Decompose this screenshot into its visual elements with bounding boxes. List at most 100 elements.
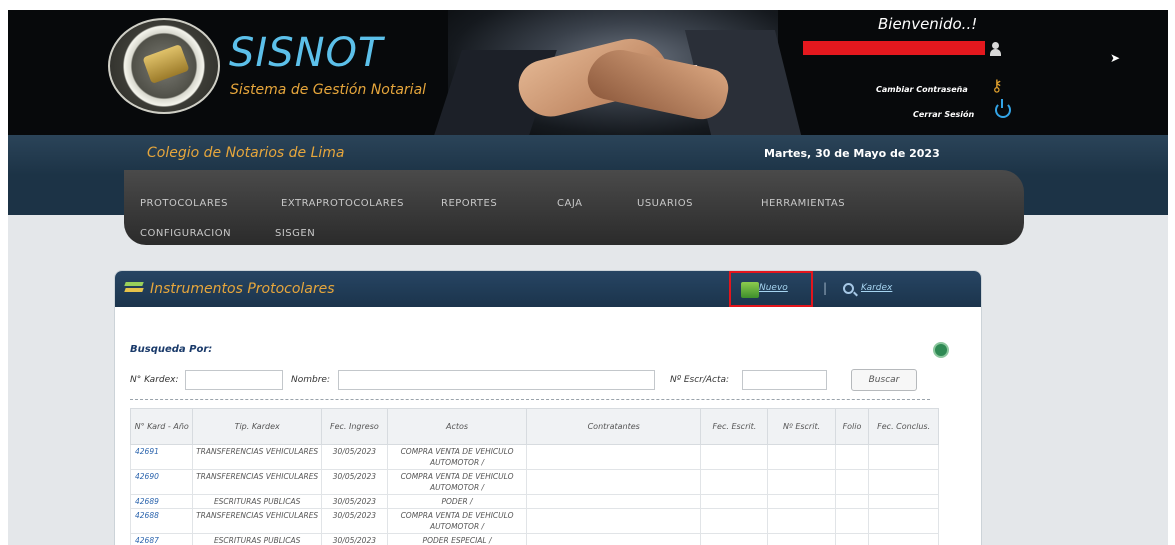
logout-link[interactable]: Cerrar Sesión [913, 110, 974, 119]
name-input[interactable] [338, 370, 655, 390]
cell-folio [834, 444, 870, 470]
cell-fecha-escritura [700, 533, 769, 545]
header-banner: SISNOT Sistema de Gestión Notarial Bienv… [8, 10, 1168, 135]
kardex-input[interactable] [185, 370, 283, 390]
power-icon[interactable] [995, 99, 1011, 118]
cell-folio [834, 469, 870, 495]
user-name-redacted [803, 41, 985, 55]
cell-numero-escritura [767, 469, 836, 495]
change-password-link[interactable]: Cambiar Contraseña [876, 85, 968, 94]
cell-fecha-ingreso: 30/05/2023 [320, 444, 388, 470]
kardex-link[interactable]: Kardex [861, 283, 892, 293]
nav-extraprotocolares[interactable]: EXTRAPROTOCOLARES [281, 198, 404, 209]
cell-fecha-conclusion [868, 508, 939, 534]
panel-title: Instrumentos Protocolares [150, 281, 335, 297]
divider [130, 399, 930, 400]
table-header-row: N° Kard - Año Tip. Kardex Fec. Ingreso A… [129, 408, 939, 445]
cell-actos: COMPRA VENTA DE VEHICULO AUTOMOTOR / [386, 469, 528, 495]
cell-tipo: ESCRITURAS PUBLICAS [192, 494, 322, 509]
cell-contratantes [526, 533, 702, 545]
layers-icon [124, 280, 144, 296]
search-heading: Busqueda Por: [130, 344, 213, 355]
print-icon[interactable] [933, 342, 949, 358]
cell-contratantes [526, 508, 702, 534]
cell-folio [834, 533, 870, 545]
seal-logo [108, 18, 220, 114]
col-header-actos: Actos [386, 408, 528, 445]
cell-tipo: TRANSFERENCIAS VEHICULARES [192, 508, 322, 534]
cell-numero-escritura [767, 494, 836, 509]
cell-actos: PODER ESPECIAL / [386, 533, 528, 545]
table-row[interactable]: 42689 ESCRITURAS PUBLICAS 30/05/2023 POD… [129, 494, 939, 509]
panel-header: Instrumentos Protocolares Nuevo | Kardex [115, 271, 981, 307]
key-icon[interactable]: ⚷ [991, 76, 1003, 95]
handshake-banner-image [434, 10, 802, 135]
cell-contratantes [526, 494, 702, 509]
new-document-icon[interactable] [741, 282, 759, 298]
cell-numero-escritura [767, 533, 836, 545]
cursor-icon: ➤ [1110, 51, 1121, 65]
table-row[interactable]: 42690 TRANSFERENCIAS VEHICULARES 30/05/2… [129, 469, 939, 495]
cell-kardex[interactable]: 42690 [129, 469, 194, 495]
welcome-text: Bienvenido..! [878, 15, 978, 33]
cell-kardex[interactable]: 42691 [129, 444, 194, 470]
cell-fecha-conclusion [868, 469, 939, 495]
table-row[interactable]: 42691 TRANSFERENCIAS VEHICULARES 30/05/2… [129, 444, 939, 470]
nav-reportes[interactable]: REPORTES [441, 198, 497, 209]
app-title: SISNOT [229, 30, 384, 76]
cell-fecha-conclusion [868, 444, 939, 470]
table-row[interactable]: 42688 TRANSFERENCIAS VEHICULARES 30/05/2… [129, 508, 939, 534]
cell-folio [834, 508, 870, 534]
cell-fecha-escritura [700, 494, 769, 509]
cell-fecha-ingreso: 30/05/2023 [320, 533, 388, 545]
col-header-fecha-conclusion: Fec. Conclus. [868, 408, 939, 445]
app-window: SISNOT Sistema de Gestión Notarial Bienv… [8, 10, 1168, 545]
cell-numero-escritura [767, 444, 836, 470]
nav-herramientas[interactable]: HERRAMIENTAS [761, 198, 845, 209]
search-button[interactable]: Buscar [851, 369, 917, 391]
cell-actos: PODER / [386, 494, 528, 509]
col-header-numero-escritura: Nº Escrit. [767, 408, 836, 445]
cell-fecha-conclusion [868, 533, 939, 545]
results-table: N° Kard - Año Tip. Kardex Fec. Ingreso A… [129, 408, 939, 545]
cell-tipo: TRANSFERENCIAS VEHICULARES [192, 444, 322, 470]
nav-usuarios[interactable]: USUARIOS [637, 198, 693, 209]
subheader-bar: Colegio de Notarios de Lima Martes, 30 d… [8, 135, 1168, 175]
cell-fecha-ingreso: 30/05/2023 [320, 469, 388, 495]
nav-sisgen[interactable]: SISGEN [275, 228, 315, 239]
nav-configuracion[interactable]: CONFIGURACION [140, 228, 231, 239]
app-subtitle: Sistema de Gestión Notarial [230, 82, 427, 98]
col-header-tipo: Tip. Kardex [192, 408, 322, 445]
new-button[interactable]: Nuevo [759, 283, 788, 293]
cell-contratantes [526, 469, 702, 495]
search-icon[interactable] [843, 283, 854, 294]
cell-fecha-ingreso: 30/05/2023 [320, 494, 388, 509]
org-name: Colegio de Notarios de Lima [147, 145, 345, 161]
col-header-folio: Folio [834, 408, 870, 445]
table-row[interactable]: 42687 ESCRITURAS PUBLICAS 30/05/2023 POD… [129, 533, 939, 545]
name-label: Nombre: [291, 375, 330, 385]
cell-actos: COMPRA VENTA DE VEHICULO AUTOMOTOR / [386, 508, 528, 534]
nav-protocolares[interactable]: PROTOCOLARES [140, 198, 228, 209]
cell-kardex[interactable]: 42687 [129, 533, 194, 545]
cell-tipo: TRANSFERENCIAS VEHICULARES [192, 469, 322, 495]
cell-kardex[interactable]: 42688 [129, 508, 194, 534]
cell-fecha-ingreso: 30/05/2023 [320, 508, 388, 534]
escr-label: Nº Escr/Acta: [670, 375, 730, 385]
cell-kardex[interactable]: 42689 [129, 494, 194, 509]
kardex-label: N° Kardex: [130, 375, 179, 385]
col-header-kardex: N° Kard - Año [129, 408, 194, 445]
cell-contratantes [526, 444, 702, 470]
escr-input[interactable] [742, 370, 827, 390]
col-header-contratantes: Contratantes [526, 408, 702, 445]
nav-caja[interactable]: CAJA [557, 198, 582, 209]
cell-numero-escritura [767, 508, 836, 534]
main-nav: PROTOCOLARES EXTRAPROTOCOLARES REPORTES … [124, 170, 1024, 245]
current-date: Martes, 30 de Mayo de 2023 [764, 147, 940, 160]
user-icon [990, 42, 1001, 56]
cell-fecha-conclusion [868, 494, 939, 509]
instrumentos-panel: Instrumentos Protocolares Nuevo | Kardex… [114, 270, 982, 545]
cell-folio [834, 494, 870, 509]
header-separator: | [823, 281, 828, 295]
cell-tipo: ESCRITURAS PUBLICAS [192, 533, 322, 545]
